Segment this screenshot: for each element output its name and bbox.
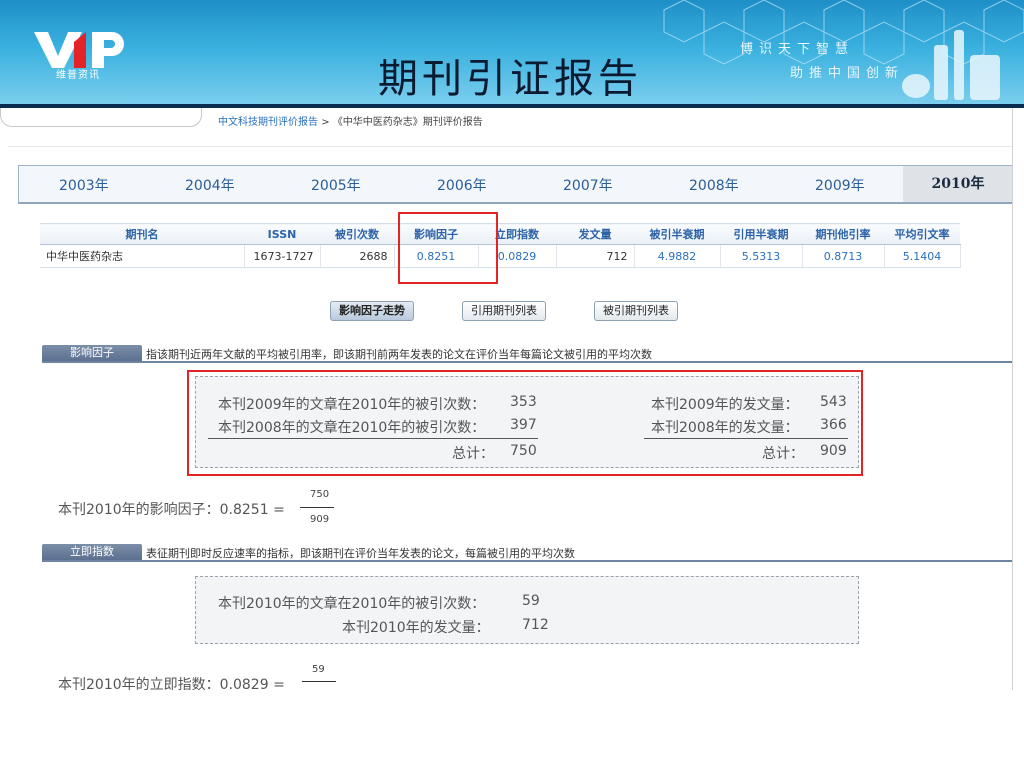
immediacy-fraction-bar [302,681,336,682]
impact-numerator: 750 [310,489,330,500]
cell-avg-citation-rate[interactable]: 5.1404 [884,244,961,268]
cell-journal: 中华中医药杂志 [40,244,245,268]
immediacy-articles-label: 本刊2010年的发文量： [342,620,490,636]
col-header-citing-half-life: 引用半衰期 [720,223,802,245]
col-header-articles: 发文量 [556,223,634,245]
section-tab-impact: 影响因子 [42,345,142,361]
impact-trend-button[interactable]: 影响因子走势 [330,301,414,321]
cell-issn: 1673-1727 [244,244,321,268]
tab-year-2004[interactable]: 2004年 [185,175,235,195]
col-header-citations: 被引次数 [320,223,394,245]
tab-year-2009[interactable]: 2009年 [815,175,865,195]
immediacy-calc-box: 本刊2010年的文章在2010年的被引次数： 59 本刊2010年的发文量： 7… [195,576,859,644]
tab-corner [0,108,202,127]
immediacy-numerator: 59 [312,664,325,675]
divider [8,146,1012,147]
tab-year-2010[interactable]: 2010年 [903,166,1012,202]
col-header-avg-citation-rate: 平均引文率 [884,223,960,245]
cell-citations: 2688 [320,244,395,268]
logo-text: 维普资讯 [56,70,100,81]
immediacy-description: 表征期刊即时反应速率的指标，即该期刊在评价当年发表的论文，每篇被引用的平均次数 [146,547,575,560]
page-title: 期刊引证报告 [378,56,642,102]
header-banner: 维普资讯 期刊引证报告 博识天下智慧 助推中国创新 [0,0,1024,108]
tab-year-2005[interactable]: 2005年 [311,175,361,195]
slogan-line-2: 助推中国创新 [790,66,905,81]
col-header-journal: 期刊名 [40,223,244,245]
table-header-row: 期刊名 ISSN 被引次数 影响因子 立即指数 发文量 被引半衰期 引用半衰期 … [40,223,960,245]
cell-citing-half-life[interactable]: 5.5313 [720,244,803,268]
tab-year-2007[interactable]: 2007年 [563,175,613,195]
impact-description: 指该期刊近两年文献的平均被引用率，即该期刊前两年发表的论文在评价当年每篇论文被引… [146,348,652,361]
slide-bottom-area [0,690,1024,768]
table-row: 中华中医药杂志 1673-1727 2688 0.8251 0.0829 712… [40,244,961,268]
immediacy-formula: 本刊2010年的立即指数：0.0829 = [58,677,285,690]
vip-logo-icon [34,32,124,68]
year-tabs: 2003年 2004年 2005年 2006年 2007年 2008年 2009… [18,165,1012,204]
slogan-line-1: 博识天下智慧 [740,42,855,57]
tab-year-2008[interactable]: 2008年 [689,175,739,195]
immediacy-cites-value: 59 [522,593,540,609]
cell-other-citation-rate[interactable]: 0.8713 [802,244,885,268]
col-header-other-citation-rate: 期刊他引率 [802,223,884,245]
impact-formula: 本刊2010年的影响因子：0.8251 = [58,502,285,518]
tab-year-2003[interactable]: 2003年 [59,175,109,195]
metrics-table: 期刊名 ISSN 被引次数 影响因子 立即指数 发文量 被引半衰期 引用半衰期 … [40,223,961,268]
impact-calc-highlight [187,370,863,476]
impact-factor-highlight [398,212,498,284]
breadcrumb-link[interactable]: 中文科技期刊评价报告 [218,117,318,128]
cited-list-button[interactable]: 被引期刊列表 [594,301,678,321]
col-header-issn: ISSN [244,223,320,245]
citing-list-button[interactable]: 引用期刊列表 [462,301,546,321]
immediacy-cites-label: 本刊2010年的文章在2010年的被引次数： [218,596,486,612]
impact-denominator: 909 [310,514,330,525]
report-screenshot: 中文科技期刊评价报告 > 《中华中医药杂志》期刊评价报告 2003年 2004年… [0,108,1013,690]
section-tab-immediacy: 立即指数 [42,544,142,560]
impact-fraction-bar [300,507,334,508]
cell-cited-half-life[interactable]: 4.9882 [634,244,721,268]
vip-logo: 维普资讯 [34,30,134,86]
col-header-cited-half-life: 被引半衰期 [634,223,720,245]
breadcrumb-current: 《中华中医药杂志》期刊评价报告 [332,117,483,128]
breadcrumb-separator: > [321,117,330,128]
breadcrumb: 中文科技期刊评价报告 > 《中华中医药杂志》期刊评价报告 [218,113,483,128]
tab-year-2006[interactable]: 2006年 [437,175,487,195]
cell-articles: 712 [556,244,635,268]
immediacy-articles-value: 712 [522,617,549,633]
